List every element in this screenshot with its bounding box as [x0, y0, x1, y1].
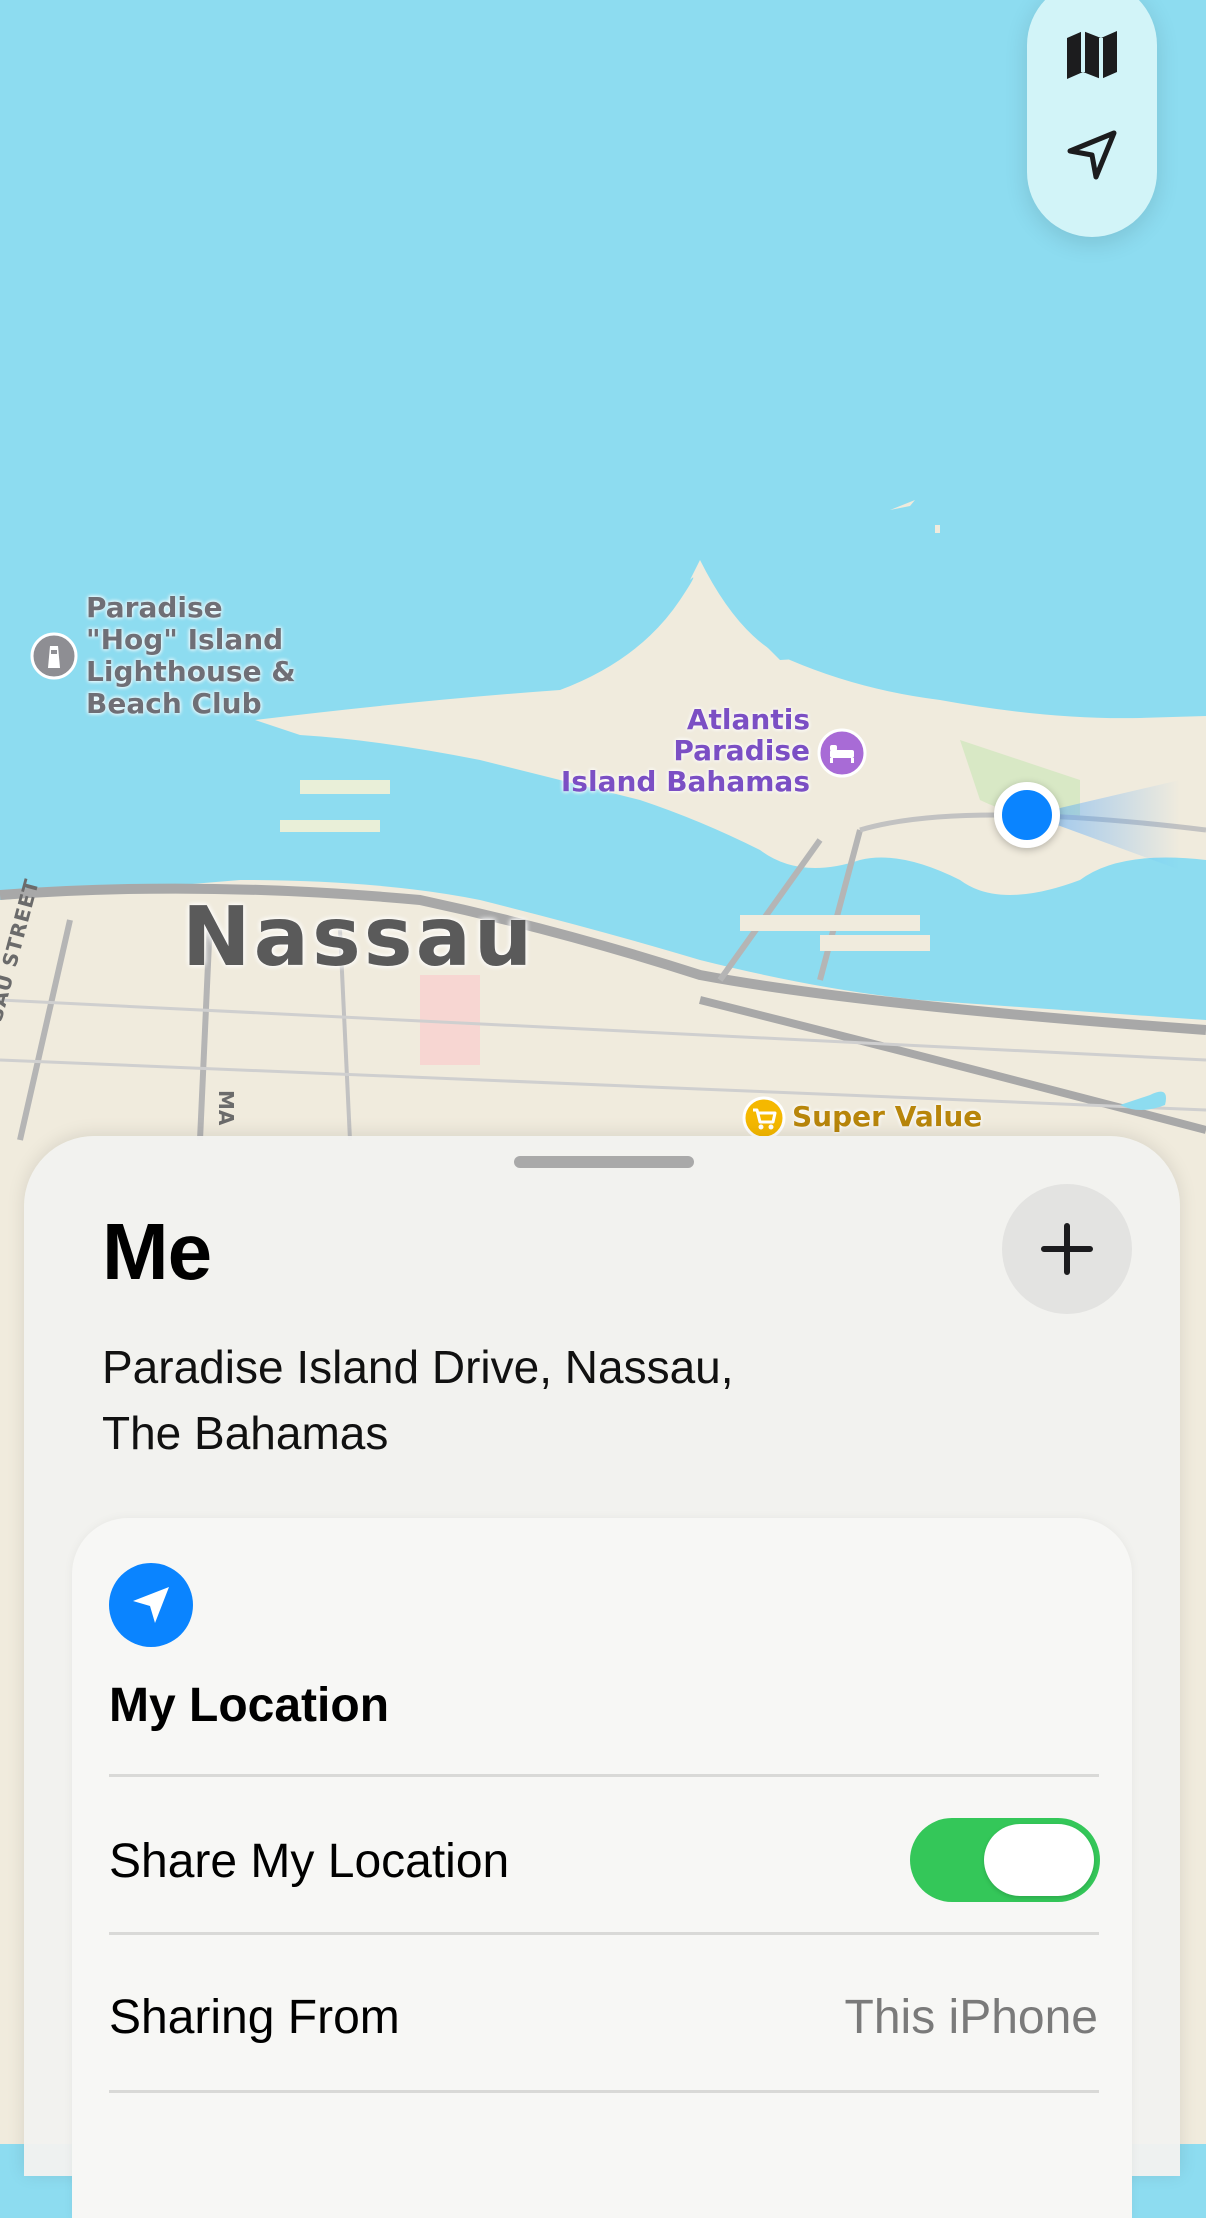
lighthouse-icon[interactable]: [30, 632, 78, 680]
location-arrow-icon: [1067, 130, 1117, 180]
locate-me-button[interactable]: [1027, 100, 1157, 210]
sharing-from-label: Sharing From: [109, 1991, 400, 2044]
toggle-knob: [984, 1824, 1094, 1896]
sharing-from-value[interactable]: This iPhone: [845, 1990, 1098, 2045]
poi-atlantis-line: Atlantis: [686, 703, 810, 736]
poi-atlantis-line: Paradise: [673, 734, 810, 767]
plus-icon: [1041, 1223, 1093, 1275]
user-location-dot[interactable]: [994, 782, 1060, 848]
map-controls: [1027, 0, 1157, 237]
card-title: My Location: [109, 1679, 390, 1732]
map-icon: [1067, 31, 1117, 79]
share-location-label: Share My Location: [109, 1835, 510, 1888]
divider: [109, 2090, 1099, 2093]
poi-lighthouse-line: Paradise: [86, 591, 223, 624]
poi-supervalue-label[interactable]: Super Value: [792, 1100, 982, 1133]
city-label: Nassau: [182, 890, 536, 985]
bed-icon[interactable]: [817, 728, 867, 778]
poi-lighthouse-label[interactable]: Paradise "Hog" Island Lighthouse & Beach…: [86, 592, 306, 720]
poi-atlantis-line: Island Bahamas: [560, 765, 810, 798]
poi-lighthouse-line: "Hog" Island: [86, 623, 284, 656]
bottom-sheet: Me Paradise Island Drive, Nassau, The Ba…: [24, 1136, 1180, 2218]
poi-atlantis-label[interactable]: Atlantis Paradise Island Bahamas: [560, 704, 810, 797]
street-label: MA: [214, 1090, 238, 1126]
divider: [109, 1774, 1099, 1777]
poi-lighthouse-line: Beach Club: [86, 687, 262, 720]
add-button[interactable]: [1002, 1184, 1132, 1314]
my-location-badge: [109, 1563, 193, 1647]
sheet-grabber[interactable]: [514, 1156, 694, 1168]
current-address: Paradise Island Drive, Nassau, The Baham…: [102, 1334, 902, 1466]
my-location-card: My Location Share My Location Sharing Fr…: [72, 1518, 1132, 2218]
divider: [109, 1932, 1099, 1935]
shopping-cart-icon[interactable]: [742, 1096, 786, 1140]
address-line: The Bahamas: [102, 1407, 389, 1459]
sheet-title: Me: [102, 1207, 212, 1296]
address-line: Paradise Island Drive, Nassau,: [102, 1341, 734, 1393]
poi-lighthouse-line: Lighthouse &: [86, 655, 296, 688]
share-location-toggle[interactable]: [910, 1818, 1100, 1902]
map-mode-button[interactable]: [1027, 0, 1157, 110]
location-arrow-icon: [133, 1587, 169, 1623]
